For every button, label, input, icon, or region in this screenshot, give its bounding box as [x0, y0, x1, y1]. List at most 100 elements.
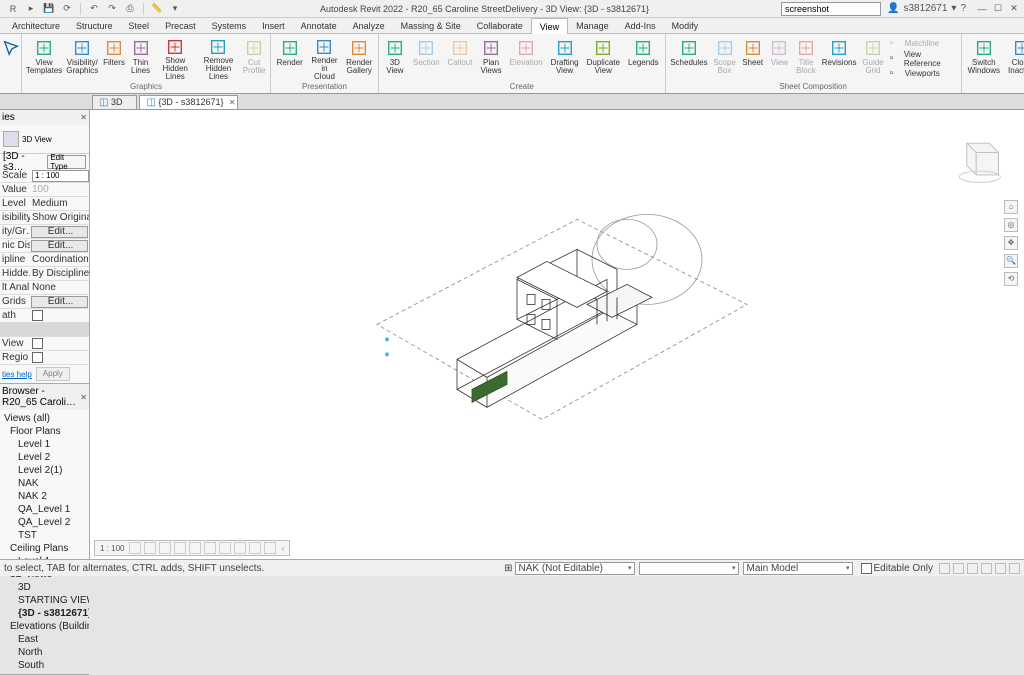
- select-underlay-icon[interactable]: [953, 563, 964, 574]
- temp-hide-icon[interactable]: [249, 542, 261, 554]
- properties-help-link[interactable]: ties help: [2, 370, 32, 379]
- view-type-icon[interactable]: [3, 131, 19, 147]
- ribbon-btn-render-gallery[interactable]: RenderGallery: [344, 36, 375, 82]
- ribbon-btn-cut-profile[interactable]: CutProfile: [241, 36, 267, 82]
- save-icon[interactable]: 💾: [42, 2, 56, 16]
- tree-node[interactable]: Floor Plans: [0, 425, 89, 438]
- select-face-icon[interactable]: [981, 563, 992, 574]
- crop-region-icon[interactable]: [219, 542, 231, 554]
- scale-display[interactable]: 1 : 100: [98, 544, 126, 553]
- menu-tab-annotate[interactable]: Annotate: [293, 18, 345, 34]
- tree-node[interactable]: NAK 2: [0, 490, 89, 503]
- tree-node[interactable]: QA_Level 1: [0, 503, 89, 516]
- undo-icon[interactable]: ↶: [87, 2, 101, 16]
- tree-node[interactable]: STARTING VIEW: [0, 594, 89, 607]
- browser-header[interactable]: Browser - R20_65 Caroli…✕: [0, 384, 89, 410]
- close-icon[interactable]: ✕: [1008, 3, 1020, 15]
- ribbon-btn-render-in-cloud[interactable]: Renderin Cloud: [307, 36, 341, 82]
- tree-node[interactable]: 3D: [0, 581, 89, 594]
- property-row[interactable]: ity/Gr…Edit...: [0, 225, 89, 239]
- property-row[interactable]: lt Anal…None: [0, 281, 89, 295]
- property-row[interactable]: Regio: [0, 351, 89, 365]
- property-input[interactable]: [32, 170, 89, 182]
- ribbon-btn-callout[interactable]: Callout: [445, 36, 476, 82]
- tree-node[interactable]: TST: [0, 529, 89, 542]
- menu-tab-systems[interactable]: Systems: [204, 18, 255, 34]
- ribbon-btn-guide-grid[interactable]: GuideGrid: [860, 36, 886, 82]
- ribbon-btn-switch-windows[interactable]: SwitchWindows: [965, 36, 1003, 82]
- ribbon-btn-close-inactive[interactable]: CloseInactive: [1005, 36, 1024, 82]
- ribbon-btn-view-templates[interactable]: ViewTemplates: [25, 36, 63, 82]
- model-selector[interactable]: Main Model: [743, 562, 853, 575]
- print-icon[interactable]: ⎙: [123, 2, 137, 16]
- reveal-hidden-icon[interactable]: [264, 542, 276, 554]
- property-row[interactable]: GridsEdit...: [0, 295, 89, 309]
- nav-pan-icon[interactable]: ✥: [1004, 236, 1018, 250]
- sun-path-icon[interactable]: [159, 542, 171, 554]
- ribbon-btn-title-block[interactable]: TitleBlock: [794, 36, 818, 82]
- menu-tab-addins[interactable]: Add-Ins: [617, 18, 664, 34]
- project-tree[interactable]: Views (all)Floor PlansLevel 1Level 2Leve…: [0, 410, 89, 674]
- sync-icon[interactable]: ⟳: [60, 2, 74, 16]
- measure-icon[interactable]: 📏: [150, 2, 164, 16]
- nav-orbit-icon[interactable]: ⟲: [1004, 272, 1018, 286]
- ribbon-small-matchline[interactable]: ▫Matchline: [890, 37, 956, 51]
- workset-selector[interactable]: NAK (Not Editable): [515, 562, 635, 575]
- tree-node[interactable]: Elevations (Building Eleva: [0, 620, 89, 633]
- property-row[interactable]: nic Dis…Edit...: [0, 239, 89, 253]
- search-input[interactable]: [781, 2, 881, 16]
- doc-tab[interactable]: ◫ {3D - s3812671}✕: [139, 95, 238, 109]
- tree-node[interactable]: {3D - s3812671}: [0, 607, 89, 620]
- menu-tab-steel[interactable]: Steel: [121, 18, 158, 34]
- user-info[interactable]: 👤 s3812671 ▾ ?: [887, 3, 966, 14]
- shadows-icon[interactable]: [174, 542, 186, 554]
- property-row[interactable]: [0, 323, 89, 337]
- ribbon-btn-drafting-view[interactable]: DraftingView: [548, 36, 582, 82]
- tree-node[interactable]: East: [0, 633, 89, 646]
- ribbon-btn-sheet[interactable]: Sheet: [740, 36, 765, 82]
- qat-dropdown-icon[interactable]: ▾: [168, 2, 182, 16]
- drag-elements-icon[interactable]: [995, 563, 1006, 574]
- tree-node[interactable]: Level 2: [0, 451, 89, 464]
- ribbon-btn--d-view[interactable]: 3DView: [382, 36, 408, 82]
- rendering-icon[interactable]: [189, 542, 201, 554]
- ribbon-btn-section[interactable]: Section: [410, 36, 443, 82]
- menu-tab-manage[interactable]: Manage: [568, 18, 617, 34]
- property-row[interactable]: LevelMedium: [0, 197, 89, 211]
- redo-icon[interactable]: ↷: [105, 2, 119, 16]
- ribbon-btn-remove-hidden-lines[interactable]: RemoveHidden Lines: [198, 36, 239, 82]
- tree-node[interactable]: Views (all): [0, 412, 89, 425]
- crop-view-icon[interactable]: [204, 542, 216, 554]
- design-option-selector[interactable]: [639, 562, 739, 575]
- property-row[interactable]: View: [0, 337, 89, 351]
- properties-header[interactable]: ies✕: [0, 110, 89, 125]
- detail-level-icon[interactable]: [129, 542, 141, 554]
- ribbon-small-view-reference[interactable]: ▫View Reference: [890, 52, 956, 66]
- maximize-icon[interactable]: ☐: [992, 3, 1004, 15]
- filter-icon[interactable]: [1009, 563, 1020, 574]
- tree-node[interactable]: NAK: [0, 477, 89, 490]
- lock-3d-icon[interactable]: [234, 542, 246, 554]
- visual-style-icon[interactable]: [144, 542, 156, 554]
- ribbon-btn-show-hidden-lines[interactable]: ShowHidden Lines: [155, 36, 196, 82]
- close-icon[interactable]: ✕: [80, 113, 87, 122]
- ribbon-btn-scope-box[interactable]: ScopeBox: [711, 36, 738, 82]
- ribbon-btn-thin-lines[interactable]: ThinLines: [129, 36, 153, 82]
- edit-type-button[interactable]: Edit Type: [47, 155, 86, 169]
- menu-tab-architecture[interactable]: Architecture: [4, 18, 68, 34]
- select-pinned-icon[interactable]: [967, 563, 978, 574]
- revit-icon[interactable]: R: [6, 2, 20, 16]
- menu-tab-precast[interactable]: Precast: [157, 18, 204, 34]
- ribbon-btn-elevation[interactable]: Elevation: [507, 36, 546, 82]
- property-row[interactable]: Scale: [0, 169, 89, 183]
- tree-node[interactable]: South: [0, 659, 89, 672]
- modify-button[interactable]: [0, 36, 24, 82]
- ribbon-small-viewports[interactable]: ▫Viewports: [890, 67, 956, 81]
- menu-tab-collaborate[interactable]: Collaborate: [469, 18, 531, 34]
- help-icon[interactable]: ?: [960, 3, 966, 14]
- property-row[interactable]: isibilityShow Original: [0, 211, 89, 225]
- view-canvas[interactable]: ⌂ ◎ ✥ 🔍 ⟲: [90, 110, 1024, 560]
- menu-tab-analyze[interactable]: Analyze: [345, 18, 393, 34]
- apply-button[interactable]: Apply: [36, 367, 70, 381]
- tree-node[interactable]: Level 2(1): [0, 464, 89, 477]
